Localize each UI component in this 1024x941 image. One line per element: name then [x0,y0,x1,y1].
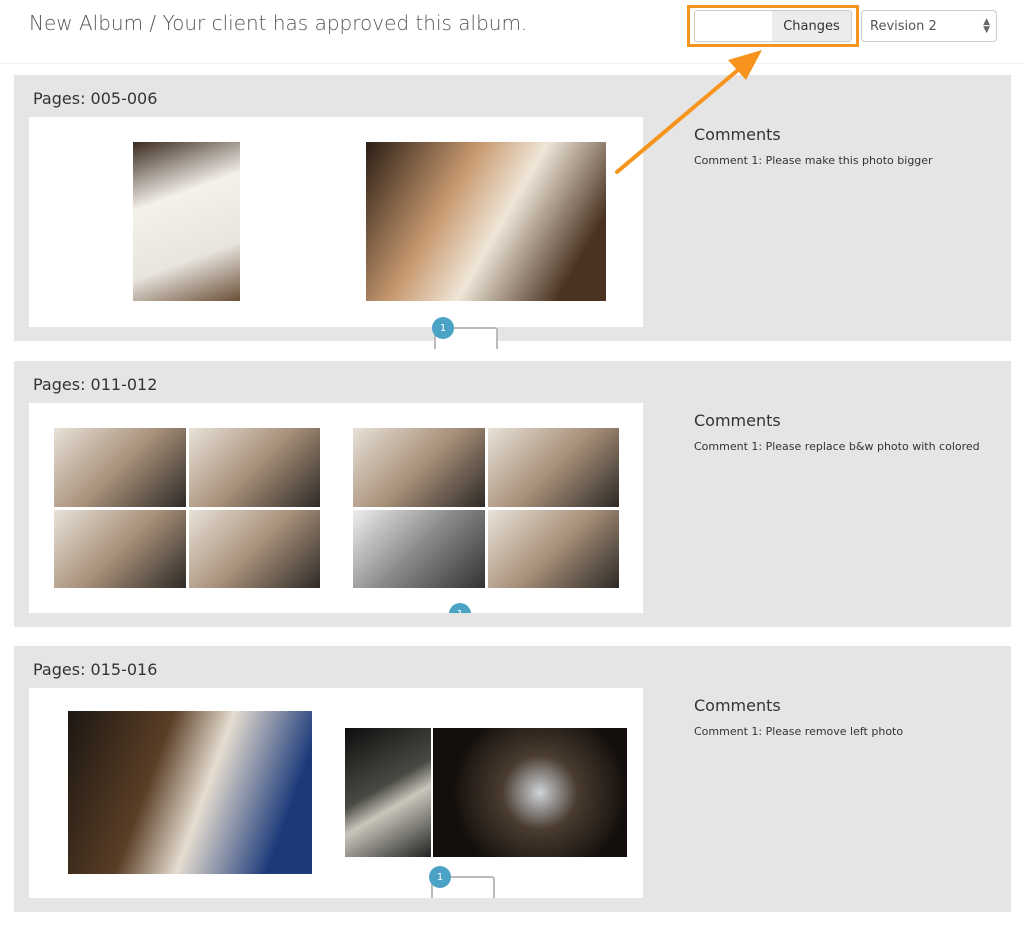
spread-preview: 1 [29,117,643,349]
changes-button[interactable]: Changes [772,11,851,41]
comment-text: Comment 1: Please remove left photo [694,725,904,738]
photo[interactable] [366,142,606,301]
comment-marker[interactable]: 1 [429,866,495,898]
comments-title: Comments [694,696,781,715]
changes-input-group[interactable]: Changes [694,10,852,42]
comments-panel: Comments Comment 1: Please make this phot… [694,125,933,167]
revision-select-value: Revision 2 [870,19,937,34]
comments-title: Comments [694,411,781,430]
page-title: New Album / Your client has approved thi… [29,11,528,35]
photo[interactable] [68,711,312,874]
header-divider [0,63,1024,64]
pages-label: Pages: 005-006 [33,89,158,108]
comments-panel: Comments Comment 1: Please replace b&w ph… [694,411,980,453]
select-arrows-icon: ▲ ▼ [983,17,990,35]
spread-preview: 1 [29,403,643,613]
photo[interactable] [345,728,431,857]
pages-label: Pages: 011-012 [33,375,158,394]
spread-section: Pages: 005-006 1 Comments Comment 1: Plea… [14,75,1011,349]
spread-preview: 1 [29,688,643,898]
marker-number: 1 [449,603,471,613]
comment-text: Comment 1: Please replace b&w photo with… [694,440,980,453]
comments-title: Comments [694,125,781,144]
photo[interactable] [433,728,627,857]
marker-number: 1 [429,866,451,888]
marker-number: 1 [432,317,454,339]
comment-text: Comment 1: Please make this photo bigger [694,154,933,167]
comment-marker[interactable]: 1 [432,317,498,349]
revision-select[interactable]: Revision 2 ▲ ▼ [861,10,997,42]
spread-section: Pages: 011-012 1 Comments Comment 1: Plea… [14,361,1011,627]
pages-label: Pages: 015-016 [33,660,158,679]
spread-section: Pages: 015-016 1 Comments Comment 1: Plea… [14,646,1011,912]
photo[interactable] [133,142,240,301]
comments-panel: Comments Comment 1: Please remove left ph… [694,696,903,738]
